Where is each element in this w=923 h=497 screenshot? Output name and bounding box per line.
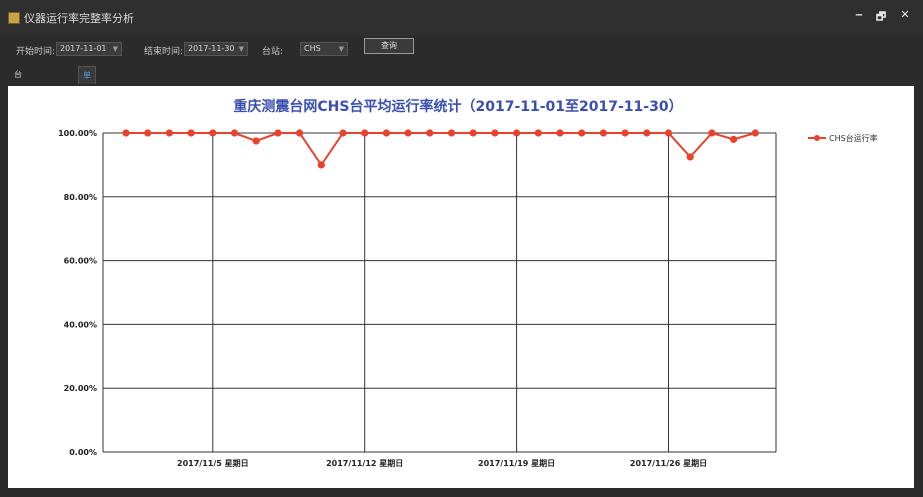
tab-single-station-average[interactable]: 单台平均运行率	[78, 66, 96, 188]
y-tick-label: 40.00%	[64, 320, 97, 329]
data-point	[426, 129, 434, 137]
chevron-down-icon: ▼	[338, 45, 344, 53]
query-button[interactable]: 查询	[364, 38, 414, 54]
legend-label: CHS台运行率	[829, 133, 878, 143]
start-date-picker[interactable]: 2017-11-01 ▼	[56, 42, 122, 56]
x-axis-labels: 2017/11/5 星期日 2017/11/12 星期日 2017/11/19 星期…	[177, 458, 707, 468]
x-tick-label: 2017/11/12 星期日	[326, 458, 403, 468]
filter-toolbar: 开始时间: 2017-11-01 ▼ 结束时间: 2017-11-30 ▼ 台站…	[0, 36, 923, 62]
x-tick-label: 2017/11/26 星期日	[630, 458, 707, 468]
data-point	[230, 129, 239, 137]
chart-legend: CHS台运行率	[808, 133, 878, 143]
data-point	[469, 129, 477, 137]
data-point	[144, 129, 152, 137]
window-title: 仪器运行率完整率分析	[24, 12, 134, 25]
data-point	[447, 129, 456, 137]
station-select[interactable]: CHS ▼	[300, 42, 348, 56]
data-point	[708, 129, 716, 137]
legend-marker	[814, 135, 820, 141]
minimize-button[interactable]: ‒	[850, 8, 868, 21]
data-point	[751, 129, 759, 137]
chart-grid	[102, 132, 777, 453]
data-point	[274, 129, 282, 137]
y-tick-label: 20.00%	[64, 384, 97, 393]
data-point	[621, 129, 629, 137]
y-axis-labels: 0.00% 20.00% 40.00% 60.00% 80.00% 100.00%	[58, 129, 97, 457]
data-point	[317, 161, 325, 169]
data-point	[643, 129, 651, 137]
app-icon	[8, 12, 20, 24]
start-date-value: 2017-11-01	[60, 44, 107, 53]
data-point	[730, 135, 738, 143]
restore-button[interactable]: 🗗	[872, 8, 890, 27]
y-tick-label: 100.00%	[58, 129, 97, 138]
data-point	[382, 129, 390, 137]
data-point	[556, 129, 564, 137]
data-point	[513, 129, 521, 137]
start-time-label: 开始时间:	[16, 47, 56, 57]
end-time-label: 结束时间:	[144, 47, 184, 57]
data-point	[491, 129, 499, 137]
data-point	[339, 129, 347, 137]
series-line-group	[122, 129, 759, 169]
x-tick-label: 2017/11/5 星期日	[177, 458, 249, 468]
series-line	[126, 131, 756, 167]
data-point	[578, 129, 586, 137]
data-point	[209, 129, 217, 137]
chart-title: 重庆测震台网CHS台平均运行率统计（2017-11-01至2017-11-30）	[233, 98, 682, 115]
data-point	[664, 129, 673, 137]
station-value: CHS	[304, 44, 321, 53]
data-point	[686, 153, 694, 161]
data-point	[187, 129, 195, 137]
data-point	[252, 137, 260, 145]
station-label: 台站:	[262, 47, 284, 57]
chart-panel: 重庆测震台网CHS台平均运行率统计（2017-11-01至2017-11-30）…	[8, 86, 914, 488]
tab-station-average[interactable]: 台站平均运行率	[10, 66, 26, 187]
data-point	[599, 129, 608, 137]
data-point	[122, 129, 130, 137]
data-point	[165, 129, 173, 137]
end-date-picker[interactable]: 2017-11-30 ▼	[184, 42, 248, 56]
y-tick-label: 0.00%	[69, 448, 97, 457]
line-chart: 重庆测震台网CHS台平均运行率统计（2017-11-01至2017-11-30）…	[58, 98, 878, 468]
data-point	[361, 129, 369, 137]
chevron-down-icon: ▼	[238, 45, 244, 53]
chevron-down-icon: ▼	[112, 45, 118, 53]
title-bar: 仪器运行率完整率分析 ‒ 🗗 ✕	[0, 0, 923, 36]
y-tick-label: 60.00%	[64, 257, 97, 266]
end-date-value: 2017-11-30	[188, 44, 235, 53]
y-tick-label: 80.00%	[64, 193, 97, 202]
data-point	[296, 129, 304, 137]
close-button[interactable]: ✕	[896, 8, 914, 21]
data-point	[404, 129, 412, 137]
data-point	[534, 129, 542, 137]
x-tick-label: 2017/11/19 星期日	[478, 458, 555, 468]
